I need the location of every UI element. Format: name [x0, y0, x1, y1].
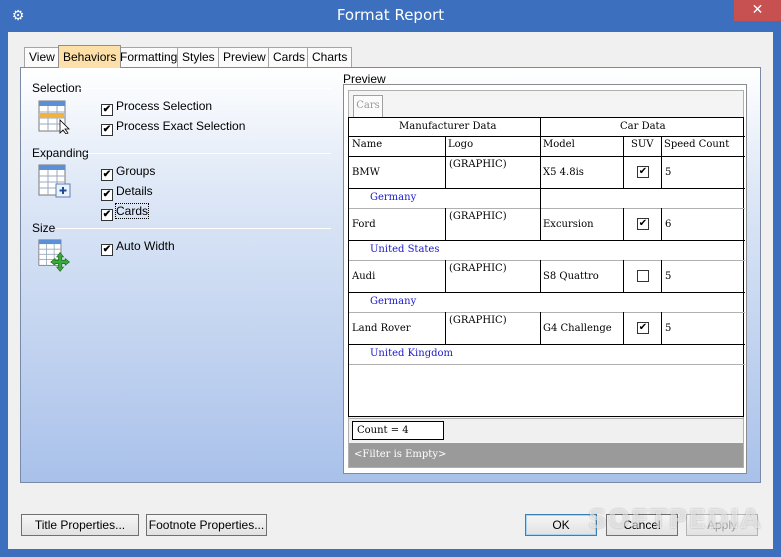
- table-selection-icon: [38, 100, 70, 134]
- grid-divider: [445, 136, 446, 188]
- checkbox[interactable]: ✔: [101, 209, 113, 221]
- tab-formatting[interactable]: Formatting: [115, 47, 183, 68]
- ok-button[interactable]: OK: [525, 514, 597, 536]
- filter-bar[interactable]: <Filter is Empty>: [349, 443, 743, 467]
- cell-name: Ford: [352, 219, 376, 230]
- cell-model: G4 Challenge: [543, 323, 612, 334]
- section-divider: [84, 153, 331, 154]
- cell-logo: (GRAPHIC): [449, 263, 507, 274]
- groups-checkbox[interactable]: ✔ Groups: [101, 164, 155, 181]
- grid-divider: [623, 208, 624, 240]
- table-expand-icon: [38, 164, 71, 198]
- grid-divider: [445, 260, 446, 292]
- group-row-label[interactable]: United States: [370, 244, 439, 255]
- preview-tab-cars[interactable]: Cars: [353, 95, 383, 117]
- grid-divider: [349, 240, 745, 241]
- grid-divider: [661, 312, 662, 344]
- checkbox[interactable]: ✔: [101, 124, 113, 136]
- suv-checkbox[interactable]: ✔: [637, 218, 649, 230]
- suv-checkbox[interactable]: ✔: [637, 166, 649, 178]
- cell-speed-count: 5: [665, 271, 672, 282]
- grid-divider: [540, 312, 541, 344]
- tab-preview[interactable]: Preview: [218, 47, 271, 68]
- watermark: SOFTPEDIA: [588, 505, 762, 535]
- auto-width-checkbox[interactable]: ✔ Auto Width: [101, 239, 175, 256]
- grid-divider: [540, 208, 541, 240]
- band-header-car: Car Data: [620, 121, 666, 132]
- grid-divider: [540, 260, 541, 292]
- cell-model: X5 4.8is: [543, 167, 584, 178]
- tab-styles[interactable]: Styles: [177, 47, 220, 68]
- grid-divider: [661, 208, 662, 240]
- grid-divider: [349, 156, 745, 157]
- cell-name: Audi: [352, 271, 376, 282]
- cards-checkbox[interactable]: ✔ Cards: [101, 203, 150, 221]
- tab-behaviors[interactable]: Behaviors: [58, 45, 122, 68]
- group-row-label[interactable]: Germany: [370, 192, 416, 203]
- grid-divider: [349, 292, 745, 293]
- section-label-selection: Selection: [32, 81, 82, 95]
- grid-divider: [349, 260, 745, 261]
- tab-charts[interactable]: Charts: [307, 47, 353, 68]
- cell-model: Excursion: [543, 219, 594, 230]
- grid-divider: [349, 364, 745, 365]
- checkbox[interactable]: ✔: [101, 169, 113, 181]
- grid-divider: [623, 136, 624, 188]
- table-resize-icon: [38, 239, 70, 272]
- grid-divider: [349, 344, 745, 345]
- section-label-expanding: Expanding: [32, 146, 89, 160]
- suv-checkbox[interactable]: ✔: [637, 322, 649, 334]
- column-header-model: Model: [543, 139, 575, 150]
- checkbox[interactable]: ✔: [101, 189, 113, 201]
- checkbox[interactable]: ✔: [101, 104, 113, 116]
- checkbox[interactable]: ✔: [101, 244, 113, 256]
- section-divider: [78, 88, 331, 89]
- details-checkbox[interactable]: ✔ Details: [101, 184, 153, 201]
- cell-speed-count: 5: [665, 323, 672, 334]
- grid-divider: [349, 312, 745, 313]
- grid-divider: [445, 208, 446, 240]
- cell-model: S8 Quattro: [543, 271, 599, 282]
- grid-divider: [349, 208, 745, 209]
- grid-divider: [623, 260, 624, 292]
- band-header-manufacturer: Manufacturer Data: [399, 121, 497, 132]
- tab-cards[interactable]: Cards: [268, 47, 311, 68]
- column-header-suv: SUV: [631, 139, 654, 150]
- group-row-label[interactable]: Germany: [370, 296, 416, 307]
- grid-divider: [349, 188, 745, 189]
- cell-name: Land Rover: [352, 323, 411, 334]
- grid-divider: [661, 260, 662, 292]
- title-properties-button[interactable]: Title Properties...: [21, 514, 139, 536]
- column-header-speed-count: Speed Count: [664, 139, 730, 150]
- cell-speed-count: 5: [665, 167, 672, 178]
- count-summary: Count = 4: [352, 421, 444, 440]
- grid-divider: [540, 156, 541, 188]
- suv-checkbox[interactable]: [637, 270, 649, 282]
- grid-divider: [661, 136, 662, 188]
- column-header-logo: Logo: [448, 139, 474, 150]
- process-exact-selection-checkbox[interactable]: ✔ Process Exact Selection: [101, 119, 245, 136]
- window-title: Format Report: [336, 6, 445, 24]
- footnote-properties-button[interactable]: Footnote Properties...: [146, 514, 267, 536]
- column-header-name: Name: [352, 139, 383, 150]
- cell-name: BMW: [352, 167, 380, 178]
- preview-grid: Manufacturer Data Car Data Name Logo Mod…: [348, 117, 745, 417]
- grid-divider: [445, 312, 446, 344]
- tab-strip: View Behaviors Formatting Styles Preview…: [20, 45, 761, 68]
- process-selection-checkbox[interactable]: ✔ Process Selection: [101, 99, 212, 116]
- cell-logo: (GRAPHIC): [449, 211, 507, 222]
- cell-logo: (GRAPHIC): [449, 159, 507, 170]
- group-row-label[interactable]: United Kingdom: [370, 348, 453, 359]
- tab-view[interactable]: View: [24, 47, 60, 68]
- cell-logo: (GRAPHIC): [449, 315, 507, 326]
- grid-divider: [623, 312, 624, 344]
- section-divider: [56, 228, 331, 229]
- cell-speed-count: 6: [665, 219, 672, 230]
- close-button[interactable]: ✕: [734, 0, 781, 21]
- section-label-size: Size: [32, 221, 56, 235]
- grid-divider: [349, 136, 745, 137]
